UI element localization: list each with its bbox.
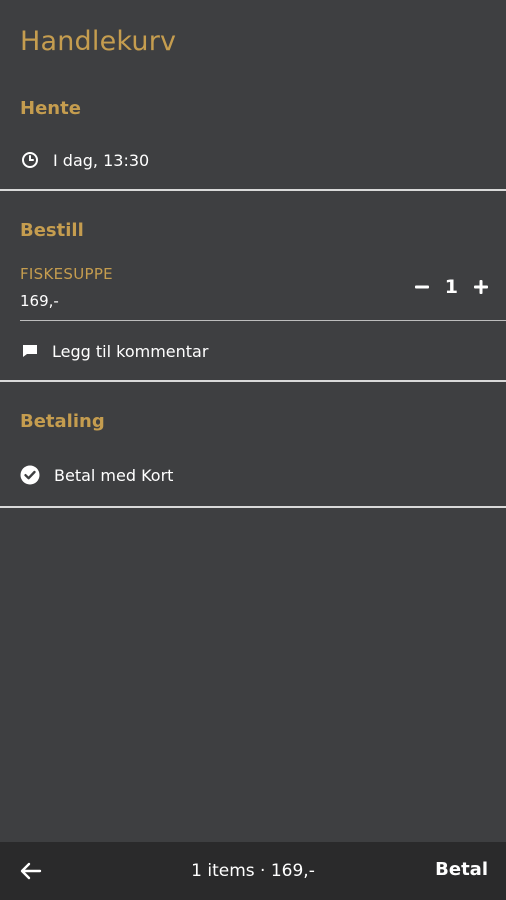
divider [0, 380, 506, 382]
section-title-pickup: Hente [20, 98, 81, 119]
comment-icon [20, 341, 40, 361]
quantity-stepper: 1 [413, 275, 490, 299]
add-comment-label: Legg til kommentar [52, 341, 209, 361]
decrement-button[interactable] [413, 275, 431, 299]
cart-summary: 1 items · 169,- [191, 861, 315, 881]
payment-method-row[interactable]: Betal med Kort [20, 465, 173, 485]
check-circle-icon [20, 465, 40, 485]
payment-method-label: Betal med Kort [54, 465, 174, 485]
increment-button[interactable] [472, 275, 490, 299]
add-comment-row[interactable]: Legg til kommentar [20, 341, 208, 361]
item-divider [20, 320, 506, 321]
section-title-payment: Betaling [20, 411, 105, 432]
clock-icon [20, 150, 40, 170]
minus-icon [414, 285, 429, 289]
pickup-time-row[interactable]: I dag, 13:30 [20, 150, 149, 170]
page-title: Handlekurv [20, 26, 177, 57]
item-price: 169,- [20, 292, 59, 310]
divider [0, 189, 506, 191]
bottom-bar: 1 items · 169,- Betal [0, 842, 506, 900]
divider [0, 506, 506, 508]
section-title-order: Bestill [20, 220, 84, 241]
plus-icon [474, 280, 488, 294]
item-name: FISKESUPPE [20, 265, 113, 283]
pickup-time-text: I dag, 13:30 [53, 150, 150, 170]
quantity-value: 1 [444, 276, 458, 298]
pay-button[interactable]: Betal [435, 859, 488, 880]
